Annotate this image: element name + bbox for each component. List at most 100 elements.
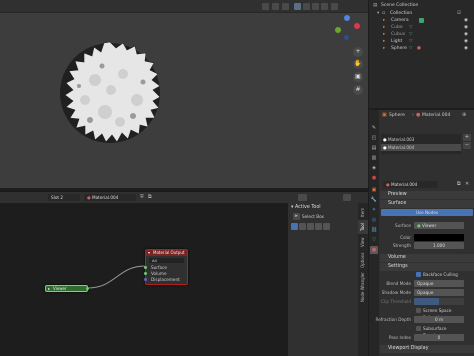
rendered-shading-icon[interactable] — [321, 3, 328, 10]
volume-socket[interactable] — [144, 272, 147, 275]
sphere-object[interactable] — [45, 30, 175, 160]
gizmo-x-axis[interactable] — [354, 23, 360, 29]
view-layer-tab-icon[interactable]: ▥ — [370, 154, 378, 162]
overlay-icon[interactable] — [272, 3, 279, 10]
output-target-dropdown[interactable]: All — [149, 258, 184, 263]
section-preview[interactable]: Preview — [380, 191, 474, 199]
strength-field[interactable]: 1.000 — [414, 242, 464, 249]
3d-viewport[interactable]: + ✋ ▣ # — [0, 0, 368, 188]
shading-options-icon[interactable] — [331, 3, 338, 10]
surface-shader-field[interactable]: ● Viewer — [414, 222, 464, 229]
eye-icon[interactable]: ◉ — [464, 31, 468, 38]
pass-index-label: Pass Index — [388, 335, 411, 340]
outliner-row-cube[interactable]: ▸ Cube ▽ ◉ — [369, 24, 474, 31]
backface-culling-checkbox[interactable] — [416, 272, 421, 277]
solid-shading-icon[interactable] — [303, 3, 310, 10]
scene-collection-row[interactable]: ▤ Scene Collection — [369, 2, 474, 9]
pass-index-field[interactable]: 0 — [414, 334, 464, 341]
modifier-tab-icon[interactable]: 🔧 — [370, 196, 378, 204]
xray-icon[interactable] — [282, 3, 289, 10]
zoom-icon[interactable]: + — [353, 47, 363, 57]
tab-options[interactable]: Options — [358, 250, 368, 270]
tab-item[interactable]: Item — [358, 205, 368, 219]
outliner-row-sphere[interactable]: ▸ Sphere ▽ ● ◉ — [369, 45, 474, 52]
tab-view[interactable]: View — [358, 235, 368, 249]
clip-threshold-fill — [414, 298, 439, 305]
output-collapse-icon[interactable]: ▾ — [148, 250, 150, 256]
fake-user-icon[interactable]: ⛨ — [140, 194, 147, 201]
grid-ortho-icon[interactable]: # — [353, 85, 363, 95]
surface-socket[interactable] — [144, 266, 147, 269]
remove-slot-button[interactable]: − — [463, 142, 471, 149]
node-canvas[interactable]: ▸ Viewer ▾ Material Output All Surface V… — [0, 203, 288, 356]
duplicate-material-icon[interactable]: ⧉ — [457, 181, 463, 188]
section-volume[interactable]: Volume — [380, 254, 474, 262]
material-datablock-field[interactable]: ● Material.004 — [383, 181, 438, 188]
tool-mode-new-icon[interactable] — [291, 223, 298, 230]
pin-icon[interactable]: ⊕ — [462, 112, 466, 118]
displacement-socket[interactable] — [144, 278, 147, 281]
render-tab-icon[interactable]: ◰ — [370, 134, 378, 142]
active-tool-header[interactable]: ▾ Active Tool — [291, 204, 321, 211]
tab-tool[interactable]: Tool — [358, 220, 368, 234]
outliner-row-cubus[interactable]: ▸ Cubus ▽ ◉ — [369, 31, 474, 38]
outliner-row-light[interactable]: ▸ Light ▽ ◉ — [369, 38, 474, 45]
collection-row[interactable]: ▾ ▫ Collection ☑ — [369, 10, 474, 17]
section-viewport-display[interactable]: Viewport Display — [380, 345, 474, 353]
tool-tab-icon[interactable]: ✎ — [370, 124, 378, 132]
output-tab-icon[interactable]: ▤ — [370, 144, 378, 152]
material-slot-item-selected[interactable]: ● Material.004 — [381, 144, 461, 151]
snap-icon[interactable] — [298, 194, 307, 201]
material-output-header[interactable]: ▾ Material Output — [146, 250, 187, 256]
particles-tab-icon[interactable]: ✶ — [370, 206, 378, 214]
eye-icon[interactable]: ◉ — [464, 24, 468, 31]
pan-hand-icon[interactable]: ✋ — [353, 59, 363, 69]
shadow-mode-dropdown[interactable]: Opaque — [414, 289, 464, 296]
outliner-row-camera[interactable]: ▸ Camera ◉ — [369, 17, 474, 24]
collection-expand-icon[interactable]: ▾ — [377, 10, 379, 17]
use-nodes-button[interactable]: Use Nodes — [381, 209, 473, 216]
select-box-icon[interactable]: ▸ — [293, 213, 300, 220]
tool-mode-invert-icon[interactable] — [315, 223, 322, 230]
wireframe-shading-icon[interactable] — [294, 3, 301, 10]
viewport-shading-icon[interactable] — [262, 3, 269, 10]
node-material-field[interactable]: ● Material.004 — [84, 194, 136, 201]
eye-icon[interactable]: ◉ — [464, 17, 468, 24]
object-tab-icon[interactable]: ▣ — [370, 186, 378, 194]
refraction-depth-field[interactable]: 0 m — [414, 316, 464, 323]
shadow-mode-label: Shadow Mode — [381, 290, 411, 295]
section-surface[interactable]: Surface — [380, 200, 474, 208]
viewer-node[interactable]: ▸ Viewer — [45, 285, 89, 292]
eye-icon[interactable]: ◉ — [464, 38, 468, 45]
unlink-material-icon[interactable]: ✕ — [465, 181, 471, 188]
blend-mode-dropdown[interactable]: Opaque — [414, 280, 464, 287]
tab-node-wrangler[interactable]: Node Wrangler — [358, 271, 368, 303]
material-shading-icon[interactable] — [312, 3, 319, 10]
checkbox-icon[interactable]: ☑ — [457, 10, 461, 17]
world-tab-icon[interactable]: ● — [370, 174, 378, 182]
tool-mode-subtract-icon[interactable] — [307, 223, 314, 230]
add-slot-button[interactable]: + — [463, 134, 471, 141]
clip-threshold-slider[interactable] — [414, 298, 464, 305]
navigation-gizmo[interactable] — [332, 14, 362, 44]
gizmo-neg-z-axis[interactable] — [344, 35, 349, 40]
material-slot-list[interactable]: ● Material.003 ● Material.004 — [381, 134, 461, 154]
material-output-node[interactable]: ▾ Material Output All Surface Volume Dis… — [144, 249, 188, 285]
viewer-collapse-icon[interactable]: ▸ — [48, 286, 50, 292]
overlay-icon[interactable] — [343, 194, 351, 201]
screen-space-refraction-checkbox[interactable] — [416, 308, 421, 313]
subsurface-translucency-checkbox[interactable] — [416, 326, 421, 331]
tool-mode-intersect-icon[interactable] — [323, 223, 330, 230]
camera-view-icon[interactable]: ▣ — [353, 72, 363, 82]
eye-icon[interactable]: ◉ — [464, 45, 468, 52]
color-field[interactable] — [414, 234, 464, 241]
scene-tab-icon[interactable]: ◈ — [370, 164, 378, 172]
material-slot-item[interactable]: ● Material.003 — [381, 136, 461, 143]
gizmo-y-axis[interactable] — [335, 27, 341, 33]
tool-mode-extend-icon[interactable] — [299, 223, 306, 230]
duplicate-icon[interactable]: ⧉ — [148, 194, 155, 201]
slot-dropdown[interactable]: Slot 2 — [48, 194, 80, 201]
gizmo-z-axis[interactable] — [344, 15, 350, 21]
viewer-output-socket[interactable] — [86, 287, 89, 290]
section-settings[interactable]: Settings — [380, 263, 474, 271]
